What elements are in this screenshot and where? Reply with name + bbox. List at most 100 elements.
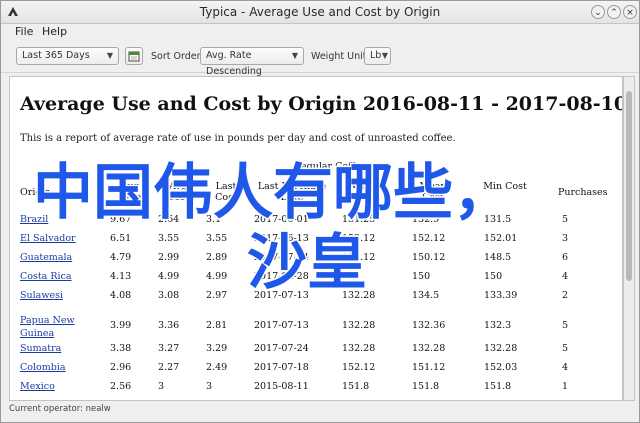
window-title: Typica - Average Use and Cost by Origin <box>199 5 441 19</box>
cell-min-cost: 151.8 <box>484 381 512 392</box>
col-header-origin: Origin <box>20 187 51 198</box>
cell-min-cost: 132.3 <box>484 320 512 331</box>
menu-file[interactable]: File <box>15 25 33 38</box>
status-bar: Current operator: nealw <box>9 404 111 414</box>
cell-origin[interactable]: Sumatra <box>20 343 61 354</box>
cell-max-cost: 152.12 <box>342 233 376 244</box>
date-range-select[interactable]: Last 365 Days ▼ <box>16 47 119 65</box>
cell-last-purchase: 2017-06-13 <box>254 233 309 244</box>
col-header-avg-cost: Avg Cost <box>167 181 189 203</box>
cell-mean-cost: 151.12 <box>412 362 446 373</box>
cell-min-cost: 132.28 <box>484 343 518 354</box>
cell-purchases: 2 <box>562 290 569 301</box>
cell-max-cost: 131.25 <box>342 214 376 225</box>
cell-mean-cost: 132.36 <box>412 320 446 331</box>
cell-last-purchase: 2017-06-01 <box>254 214 309 225</box>
cell-max-cost: 132.28 <box>342 290 376 301</box>
cell-last-cost: 3.1 <box>206 214 222 225</box>
minimize-button[interactable]: ⌄ <box>591 5 605 19</box>
col-header-last-purchase: Last Purchase Date <box>257 181 327 203</box>
cell-max-cost: 151.8 <box>342 381 370 392</box>
cell-last-cost: 3 <box>206 381 213 392</box>
cell-min-cost: 148.5 <box>484 252 512 263</box>
cell-origin[interactable]: El Salvador <box>20 233 76 244</box>
sort-order-select[interactable]: Avg. Rate Descending ▼ <box>200 47 304 77</box>
chevron-down-icon: ▼ <box>106 51 113 60</box>
col-header-avg-rate: Avg Rate <box>118 181 142 203</box>
group-header-regular-coffee: Regular Coffee <box>293 161 367 172</box>
cell-avg-rate: 2.96 <box>110 362 132 373</box>
cell-purchases: 6 <box>562 252 569 263</box>
cell-last-purchase: 2017-07-18 <box>254 362 309 373</box>
cell-last-purchase: 2017-07-13 <box>254 290 309 301</box>
cell-avg-cost: 3.27 <box>158 343 180 354</box>
sort-order-value: Avg. Rate Descending <box>206 50 262 77</box>
cell-origin[interactable]: Guatemala <box>20 252 72 263</box>
cell-max-cost: 152.12 <box>342 362 376 373</box>
cell-origin[interactable]: Papua New Guinea <box>20 314 82 340</box>
title-bar: Typica - Average Use and Cost by Origin … <box>1 1 639 24</box>
weight-unit-select[interactable]: Lb ▼ <box>364 47 391 65</box>
weight-unit-label: Weight Unit: <box>311 51 370 62</box>
cell-max-cost: 132.28 <box>342 343 376 354</box>
cell-purchases: 5 <box>562 214 569 225</box>
cell-mean-cost: 152.12 <box>412 233 446 244</box>
report-title: Average Use and Cost by Origin 2016-08-1… <box>20 93 623 115</box>
cell-avg-cost: 4.99 <box>158 271 180 282</box>
cell-mean-cost: 132.28 <box>412 343 446 354</box>
chevron-down-icon: ▼ <box>291 51 298 60</box>
scrollbar-thumb[interactable] <box>626 91 632 281</box>
col-header-purchases: Purchases <box>558 187 608 198</box>
report-description: This is a report of average rate of use … <box>20 133 456 144</box>
menu-help[interactable]: Help <box>42 25 67 38</box>
cell-avg-rate: 4.13 <box>110 271 132 282</box>
cell-origin[interactable]: Colombia <box>20 362 66 373</box>
cell-min-cost: 131.5 <box>484 214 512 225</box>
cell-min-cost: 150 <box>484 271 503 282</box>
calendar-button[interactable] <box>125 47 143 65</box>
cell-last-purchase: 2017-07-14 <box>254 252 309 263</box>
cell-mean-cost: 150 <box>412 271 431 282</box>
cell-avg-cost: 2.99 <box>158 252 180 263</box>
report-view[interactable]: Average Use and Cost by Origin 2016-08-1… <box>9 76 623 401</box>
cell-avg-rate: 3.38 <box>110 343 132 354</box>
cell-last-purchase: 2017-04-28 <box>254 271 309 282</box>
app-window: Typica - Average Use and Cost by Origin … <box>0 0 640 423</box>
cell-avg-rate: 9.67 <box>110 214 132 225</box>
cell-purchases: 5 <box>562 343 569 354</box>
col-header-mean-cost: Mean Cost <box>419 181 447 203</box>
cell-mean-cost: 151.8 <box>412 381 440 392</box>
cell-avg-cost: 3.55 <box>158 233 180 244</box>
maximize-button[interactable]: ⌃ <box>607 5 621 19</box>
menu-bar: File Help <box>1 23 639 40</box>
cell-avg-cost: 2.27 <box>158 362 180 373</box>
cell-origin[interactable]: Brazil <box>20 214 48 225</box>
cell-last-purchase: 2017-07-24 <box>254 343 309 354</box>
cell-avg-rate: 3.99 <box>110 320 132 331</box>
vertical-scrollbar[interactable] <box>623 76 635 401</box>
close-button[interactable]: × <box>623 5 637 19</box>
cell-origin[interactable]: Sulawesi <box>20 290 63 301</box>
cell-last-cost: 2.97 <box>206 290 228 301</box>
cell-last-cost: 3.29 <box>206 343 228 354</box>
cell-last-cost: 2.81 <box>206 320 228 331</box>
cell-purchases: 5 <box>562 320 569 331</box>
cell-mean-cost: 150.12 <box>412 252 446 263</box>
col-header-max-cost: Max Cost <box>349 181 371 203</box>
cell-min-cost: 152.01 <box>484 233 518 244</box>
cell-min-cost: 133.39 <box>484 290 518 301</box>
cell-last-cost: 2.49 <box>206 362 228 373</box>
cell-purchases: 1 <box>562 381 569 392</box>
cell-origin[interactable]: Costa Rica <box>20 271 72 282</box>
cell-last-cost: 3.55 <box>206 233 228 244</box>
col-header-last-cost: Last Cost <box>215 181 237 203</box>
col-header-min-cost: Min Cost <box>483 181 527 192</box>
cell-purchases: 4 <box>562 271 569 282</box>
chevron-down-icon: ▼ <box>381 51 388 60</box>
date-range-value: Last 365 Days <box>22 50 90 61</box>
toolbar: Last 365 Days ▼ Sort Order: Avg. Rate De… <box>1 40 639 77</box>
cell-origin[interactable]: Mexico <box>20 381 55 392</box>
cell-max-cost: 132.28 <box>342 320 376 331</box>
weight-unit-value: Lb <box>370 50 382 61</box>
cell-avg-rate: 4.08 <box>110 290 132 301</box>
